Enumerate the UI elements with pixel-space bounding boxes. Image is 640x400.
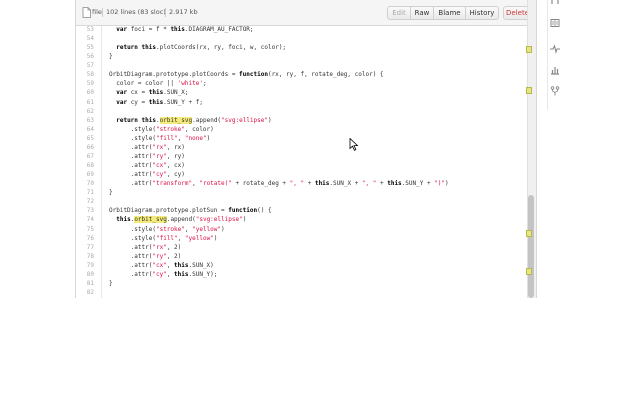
code-line: .style("stroke", "yellow") (109, 225, 225, 233)
code-line: var foci = f * this.DIAGRAM_AU_FACTOR; (116, 26, 254, 33)
code-line: .attr("cy", this.SUN_Y); (109, 270, 218, 278)
wiki-icon[interactable] (550, 18, 560, 28)
code-line: OrbitDiagram.prototype.plotCoords = func… (109, 71, 384, 79)
code-line: .attr("ry", 2) (109, 252, 182, 260)
search-match-marker[interactable] (526, 230, 532, 237)
code-line: OrbitDiagram.prototype.plotSun = functio… (109, 207, 272, 215)
line-number[interactable]: 63 (76, 117, 94, 124)
code-line: } (109, 53, 113, 61)
line-number[interactable]: 65 (76, 135, 94, 142)
file-size: 2.917 kb (169, 8, 198, 16)
code-line: return this.orbit_svg.append("svg:ellips… (116, 116, 272, 124)
scrollbar-thumb[interactable] (528, 195, 534, 298)
code-line: .attr("ry", ry) (109, 152, 185, 160)
pull-request-icon[interactable] (550, 0, 560, 8)
file-viewer: file 102 lines (83 sloc) 2.917 kb Edit R… (75, 0, 537, 298)
code-line: .style("fill", "none") (109, 134, 211, 142)
line-number[interactable]: 67 (76, 153, 94, 160)
code-line: .attr("cy", cy) (109, 171, 185, 179)
line-number[interactable]: 55 (76, 44, 94, 51)
line-number[interactable]: 79 (76, 262, 94, 269)
line-number[interactable]: 58 (76, 71, 94, 78)
file-icon (82, 7, 91, 18)
graphs-icon[interactable] (550, 65, 560, 75)
line-number[interactable]: 81 (76, 280, 94, 287)
line-number[interactable]: 59 (76, 80, 94, 87)
code-line: .attr("cx", cx) (109, 162, 185, 170)
edit-button[interactable]: Edit (387, 6, 411, 20)
code-line: var cx = this.SUN_X; (116, 89, 189, 97)
line-number[interactable]: 80 (76, 271, 94, 278)
line-number[interactable]: 56 (76, 53, 94, 60)
line-number[interactable]: 53 (76, 26, 94, 33)
file-mode-label: file (92, 8, 102, 16)
line-number[interactable]: 66 (76, 144, 94, 151)
sidebar-divider (547, 0, 548, 110)
code-line: color = color || 'white'; (109, 80, 207, 88)
file-lines-info: 102 lines (83 sloc) (106, 8, 166, 16)
line-number[interactable]: 82 (76, 289, 94, 296)
line-number[interactable]: 60 (76, 89, 94, 96)
line-number[interactable]: 57 (76, 62, 94, 69)
search-match-marker[interactable] (526, 268, 532, 275)
history-button[interactable]: History (465, 6, 499, 20)
code-line: this.orbit_svg.append("svg:ellipse") (116, 216, 247, 224)
header-divider (165, 8, 166, 17)
search-match-marker[interactable] (526, 87, 532, 94)
file-header: file 102 lines (83 sloc) 2.917 kb Edit R… (76, 0, 536, 26)
header-divider (102, 8, 103, 17)
line-number[interactable]: 72 (76, 198, 94, 205)
search-match-marker[interactable] (526, 46, 532, 53)
line-number[interactable]: 78 (76, 253, 94, 260)
line-number[interactable]: 71 (76, 189, 94, 196)
line-number[interactable]: 69 (76, 171, 94, 178)
code-line: } (109, 189, 113, 197)
blame-button[interactable]: Blame (433, 6, 466, 20)
raw-button[interactable]: Raw (410, 6, 434, 20)
line-number[interactable]: 54 (76, 35, 94, 42)
line-number[interactable]: 70 (76, 180, 94, 187)
browser-viewport: file 102 lines (83 sloc) 2.917 kb Edit R… (0, 0, 640, 298)
code-line: .attr("rx", 2) (109, 243, 182, 251)
code-line: .attr("cx", this.SUN_X) (109, 261, 214, 269)
line-number[interactable]: 77 (76, 244, 94, 251)
gutter-divider (101, 26, 102, 298)
line-number[interactable]: 64 (76, 126, 94, 133)
code-line: .attr("transform", "rotate(" + rotate_de… (109, 180, 449, 188)
line-number[interactable]: 73 (76, 207, 94, 214)
mouse-pointer-icon (349, 138, 359, 151)
code-line: var cy = this.SUN_Y + f; (116, 98, 203, 106)
line-number[interactable]: 74 (76, 216, 94, 223)
code-line: .attr("rx", rx) (109, 143, 185, 151)
line-number[interactable]: 76 (76, 235, 94, 242)
line-number[interactable]: 75 (76, 226, 94, 233)
code-line: .style("fill", "yellow") (109, 234, 218, 242)
code-line: return this.plotCoords(rx, ry, foci, w, … (116, 44, 287, 52)
line-number[interactable]: 68 (76, 162, 94, 169)
code-line: } (109, 279, 113, 287)
line-number[interactable]: 62 (76, 108, 94, 115)
pulse-icon[interactable] (550, 44, 560, 54)
code-line: .style("stroke", color) (109, 125, 214, 133)
line-number[interactable]: 61 (76, 99, 94, 106)
network-icon[interactable] (550, 86, 560, 96)
